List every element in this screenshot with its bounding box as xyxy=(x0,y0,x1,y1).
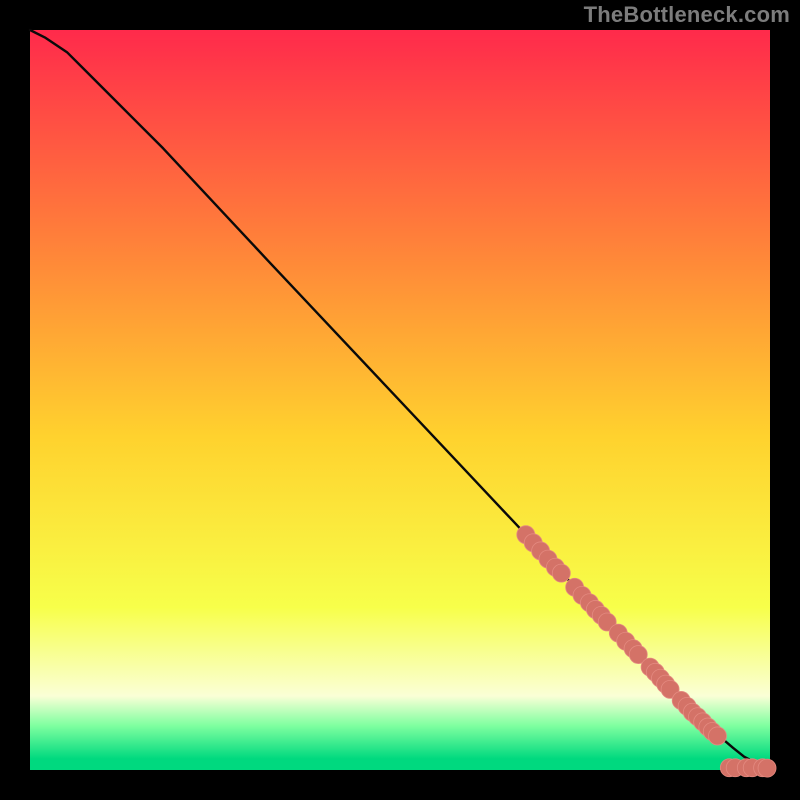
watermark-text: TheBottleneck.com xyxy=(584,2,790,28)
data-marker xyxy=(552,564,570,582)
data-marker xyxy=(708,727,726,745)
chart-container: TheBottleneck.com xyxy=(0,0,800,800)
chart-svg xyxy=(0,0,800,800)
data-marker xyxy=(758,759,776,777)
